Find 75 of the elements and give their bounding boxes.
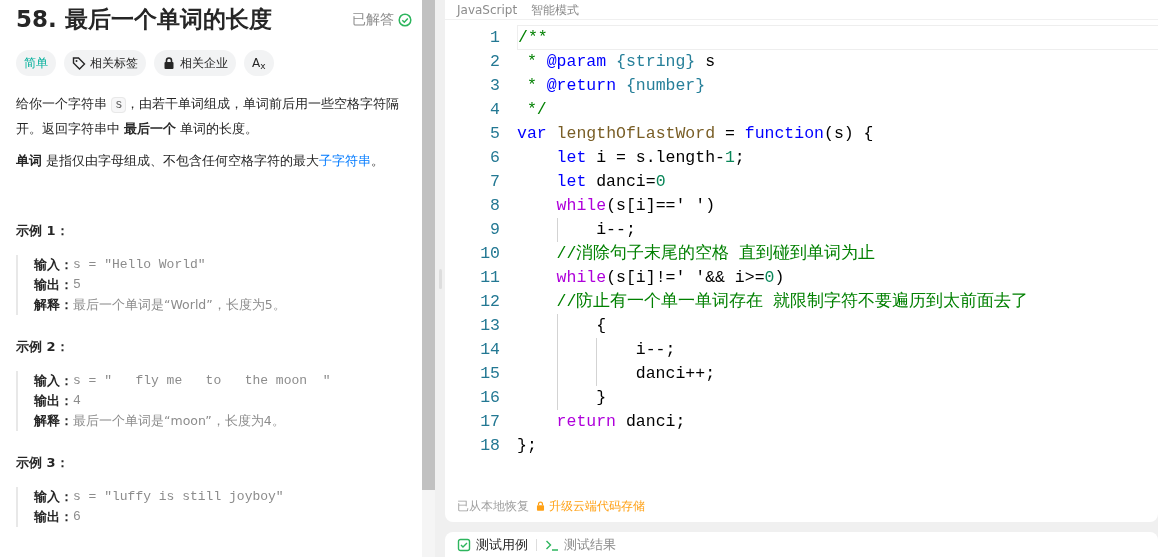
- example-heading: 示例 1：: [16, 221, 70, 240]
- lock-icon: [535, 500, 546, 512]
- code-line: i--;: [517, 338, 1158, 362]
- field-value: 5: [73, 275, 81, 294]
- link[interactable]: 子字符串: [319, 152, 372, 168]
- example-heading: 示例 2：: [16, 337, 70, 356]
- description-text: 单词 是指仅由字母组成、不包含任何空格字符的最大子字符串。: [16, 151, 386, 170]
- inline-code: s: [111, 96, 127, 113]
- language-selector[interactable]: JavaScript: [457, 0, 518, 19]
- tab[interactable]: 测试用例: [457, 534, 528, 555]
- code-line: return danci;: [555, 411, 687, 433]
- code-line: let danci=0: [555, 171, 667, 193]
- code-line: * @param {string} s: [525, 51, 717, 73]
- status-text: 已解答: [352, 10, 394, 30]
- field-value: 最后一个单词是“World”，长度为5。: [73, 295, 286, 314]
- example-heading: 示例 3：: [16, 453, 70, 472]
- restore-note: 已从本地恢复: [457, 498, 529, 515]
- difficulty-chip[interactable]: 简单: [16, 49, 56, 76]
- field-value: 最后一个单词是“moon”，长度为4。: [73, 411, 285, 430]
- line-number: 6: [489, 147, 500, 169]
- line-number: 10: [479, 243, 500, 265]
- line-number: 15: [479, 363, 500, 385]
- field-value: s = " fly me to the moon ": [73, 371, 331, 390]
- code-line: while(s[i]==' '): [555, 195, 717, 217]
- tag-chip[interactable]: 相关企业: [154, 49, 236, 76]
- code-line: i--;: [517, 218, 1158, 242]
- field-value: s = "luffy is still joyboy": [73, 487, 284, 506]
- line-number: 14: [479, 339, 500, 361]
- field-label: 输入：: [34, 255, 73, 274]
- tag-chip[interactable]: 相关标签: [64, 49, 146, 76]
- line-number: 16: [479, 387, 500, 409]
- field-value: 4: [73, 391, 81, 410]
- field-label: 解释：: [34, 411, 73, 430]
- line-number: 1: [489, 27, 500, 49]
- code-line: * @return {number}: [525, 75, 707, 97]
- field-label: 输出：: [34, 391, 73, 410]
- line-number: 4: [489, 99, 500, 121]
- mode-toggle[interactable]: 智能模式: [531, 0, 580, 19]
- code-line: while(s[i]!=' '&& i>=0): [555, 267, 786, 289]
- code-line: //防止有一个单一单词存在 就限制字符不要遍历到太前面去了: [555, 290, 1030, 313]
- field-label: 输入：: [34, 371, 73, 390]
- code-line: //消除句子末尾的空格 直到碰到单词为止: [555, 243, 877, 265]
- tag-icon: [72, 55, 86, 70]
- description-text: 给你一个字符串 s ，由若干单词组成，单词前后用一些空格字符隔开。返回字符串中 最后一个 单词的长度。: [16, 94, 401, 138]
- scrollbar-thumb[interactable]: [422, 0, 435, 490]
- code-line: /**: [517, 25, 1158, 50]
- code-line: danci++;: [517, 362, 1158, 386]
- line-number: 8: [489, 195, 500, 217]
- code-line: let i = s.length-1;: [555, 147, 746, 169]
- field-value: 6: [73, 507, 81, 526]
- field-label: 输入：: [34, 487, 73, 506]
- code-line: }: [517, 386, 1158, 410]
- line-number: 2: [489, 51, 500, 73]
- field-label: 解释：: [34, 295, 73, 314]
- code-line: {: [517, 314, 1158, 338]
- line-number: 9: [489, 219, 500, 241]
- problem-title: 58. 最后一个单词的长度: [16, 6, 272, 34]
- line-number: 7: [489, 171, 500, 193]
- lock-icon: [162, 55, 176, 70]
- field-label: 输出：: [34, 507, 73, 526]
- code-line: };: [517, 435, 538, 457]
- code-line: */: [525, 99, 548, 121]
- line-number: 3: [489, 75, 500, 97]
- line-number: 18: [479, 435, 500, 457]
- line-number: 11: [479, 267, 500, 289]
- code-line: var lengthOfLastWord = function(s) {: [517, 123, 875, 145]
- line-number: 5: [489, 123, 500, 145]
- line-number: 17: [479, 411, 500, 433]
- field-label: 输出：: [34, 275, 73, 294]
- translate-button[interactable]: A$_{x}$: [244, 49, 274, 76]
- tab[interactable]: 测试结果: [545, 534, 616, 555]
- checkbox-icon: [457, 537, 471, 552]
- line-number: 12: [479, 291, 500, 313]
- field-value: s = "Hello World": [73, 255, 206, 274]
- line-number: 13: [479, 315, 500, 337]
